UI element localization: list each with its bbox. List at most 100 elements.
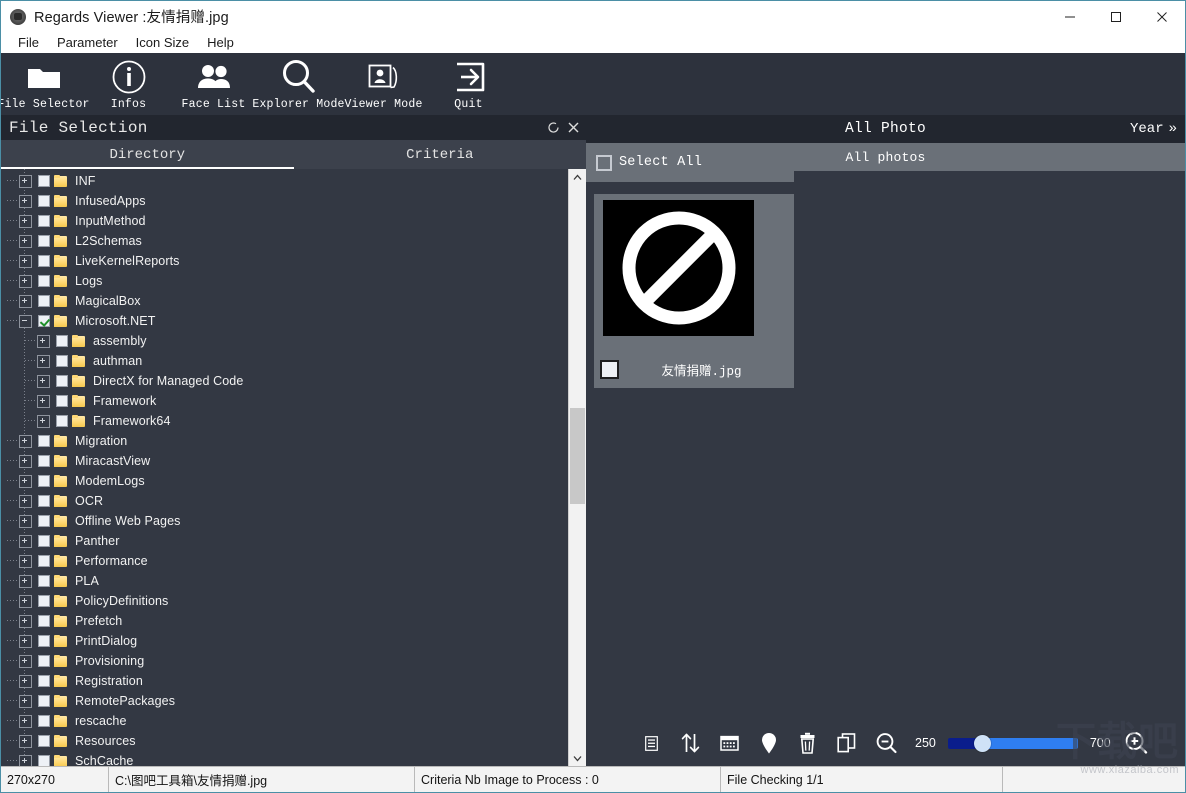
tree-scrollbar[interactable] [568, 169, 586, 767]
tab-criteria[interactable]: Criteria [294, 141, 587, 169]
tree-row[interactable]: Offline Web Pages [1, 511, 568, 531]
minimize-icon[interactable] [1047, 1, 1093, 32]
tree-row[interactable]: Performance [1, 551, 568, 571]
tree-row[interactable]: RemotePackages [1, 691, 568, 711]
maximize-icon[interactable] [1093, 1, 1139, 32]
expand-plus-icon[interactable] [37, 374, 50, 388]
menu-item-parameter[interactable]: Parameter [48, 32, 127, 53]
expand-plus-icon[interactable] [19, 674, 32, 688]
tree-row[interactable]: assembly [1, 331, 568, 351]
tree-row[interactable]: authman [1, 351, 568, 371]
expand-plus-icon[interactable] [19, 634, 32, 648]
copy-icon[interactable] [829, 726, 864, 760]
toolbar-button-face-list[interactable]: Face List [171, 53, 256, 115]
expand-plus-icon[interactable] [19, 274, 32, 288]
tree-checkbox[interactable] [38, 295, 50, 307]
menu-item-icon-size[interactable]: Icon Size [127, 32, 198, 53]
scrollbar-track[interactable] [569, 186, 586, 750]
tree-checkbox[interactable] [38, 175, 50, 187]
tree-checkbox[interactable] [38, 715, 50, 727]
expand-plus-icon[interactable] [37, 414, 50, 428]
tree-row[interactable]: Microsoft.NET [1, 311, 568, 331]
tree-checkbox[interactable] [38, 655, 50, 667]
menu-item-help[interactable]: Help [198, 32, 243, 53]
refresh-icon[interactable] [547, 121, 560, 134]
expand-plus-icon[interactable] [19, 294, 32, 308]
tree-row[interactable]: Framework [1, 391, 568, 411]
tree-row[interactable]: MagicalBox [1, 291, 568, 311]
expand-plus-icon[interactable] [19, 554, 32, 568]
tree-row[interactable]: OCR [1, 491, 568, 511]
tree-row[interactable]: DirectX for Managed Code [1, 371, 568, 391]
tree-row[interactable]: Resources [1, 731, 568, 751]
expand-plus-icon[interactable] [19, 714, 32, 728]
tree-checkbox[interactable] [38, 515, 50, 527]
tree-checkbox[interactable] [38, 255, 50, 267]
tree-row[interactable]: Framework64 [1, 411, 568, 431]
tree-row[interactable]: Registration [1, 671, 568, 691]
expand-plus-icon[interactable] [19, 474, 32, 488]
tree-row[interactable]: InfusedApps [1, 191, 568, 211]
expand-plus-icon[interactable] [37, 354, 50, 368]
thumbnail-checkbox[interactable] [600, 359, 619, 379]
calendar-icon[interactable] [712, 726, 747, 760]
select-all-checkbox[interactable] [596, 154, 612, 171]
expand-plus-icon[interactable] [19, 614, 32, 628]
thumbnail-preview[interactable] [603, 200, 754, 336]
expand-plus-icon[interactable] [19, 254, 32, 268]
tree-row[interactable]: Panther [1, 531, 568, 551]
expand-plus-icon[interactable] [19, 234, 32, 248]
tree-checkbox[interactable] [38, 615, 50, 627]
close-icon[interactable] [1139, 1, 1185, 32]
tree-checkbox[interactable] [38, 215, 50, 227]
tree-checkbox[interactable] [38, 595, 50, 607]
tree-row[interactable]: PLA [1, 571, 568, 591]
tree-checkbox[interactable] [56, 395, 68, 407]
tree-checkbox[interactable] [38, 435, 50, 447]
expand-plus-icon[interactable] [19, 694, 32, 708]
tree-row[interactable]: PrintDialog [1, 631, 568, 651]
expand-plus-icon[interactable] [19, 594, 32, 608]
select-all-row[interactable]: Select All [586, 143, 794, 182]
tree-checkbox[interactable] [38, 195, 50, 207]
expand-plus-icon[interactable] [19, 534, 32, 548]
zoom-slider[interactable] [947, 734, 1078, 752]
toolbar-button-quit[interactable]: Quit [426, 53, 511, 115]
tree-checkbox[interactable] [38, 695, 50, 707]
toolbar-button-explorer-mode[interactable]: Explorer Mode [252, 53, 344, 115]
tree-row[interactable]: MiracastView [1, 451, 568, 471]
tree-checkbox[interactable] [38, 455, 50, 467]
tree-row[interactable]: Prefetch [1, 611, 568, 631]
expand-plus-icon[interactable] [19, 494, 32, 508]
expand-plus-icon[interactable] [19, 454, 32, 468]
expand-plus-icon[interactable] [19, 574, 32, 588]
tree-row[interactable]: INF [1, 171, 568, 191]
tree-row[interactable]: Migration [1, 431, 568, 451]
expand-plus-icon[interactable] [19, 434, 32, 448]
expand-plus-icon[interactable] [19, 654, 32, 668]
list-view-icon[interactable] [634, 726, 669, 760]
directory-tree[interactable]: INF InfusedApps InputMethod L2Schemas LiveKe… [1, 169, 568, 767]
menu-item-file[interactable]: File [9, 32, 48, 53]
toolbar-button-file-selector[interactable]: File Selector [1, 53, 89, 115]
scroll-down-icon[interactable] [569, 750, 586, 767]
tree-row[interactable]: InputMethod [1, 211, 568, 231]
tab-directory[interactable]: Directory [1, 141, 294, 169]
tree-checkbox[interactable] [38, 535, 50, 547]
scroll-up-icon[interactable] [569, 169, 586, 186]
tree-row[interactable]: L2Schemas [1, 231, 568, 251]
tree-checkbox[interactable] [38, 475, 50, 487]
zoom-slider-knob[interactable] [973, 734, 991, 752]
thumbnail-item[interactable]: 友情捐赠.jpg [594, 194, 794, 388]
scrollbar-thumb[interactable] [570, 408, 585, 504]
tree-row[interactable]: LiveKernelReports [1, 251, 568, 271]
tree-row[interactable]: Logs [1, 271, 568, 291]
tree-checkbox[interactable] [38, 675, 50, 687]
sort-icon[interactable] [673, 726, 708, 760]
collapse-minus-icon[interactable] [19, 314, 32, 328]
expand-plus-icon[interactable] [19, 734, 32, 748]
tree-checkbox[interactable] [38, 575, 50, 587]
tree-checkbox[interactable] [56, 355, 68, 367]
tree-row[interactable]: ModemLogs [1, 471, 568, 491]
tree-checkbox[interactable] [56, 335, 68, 347]
